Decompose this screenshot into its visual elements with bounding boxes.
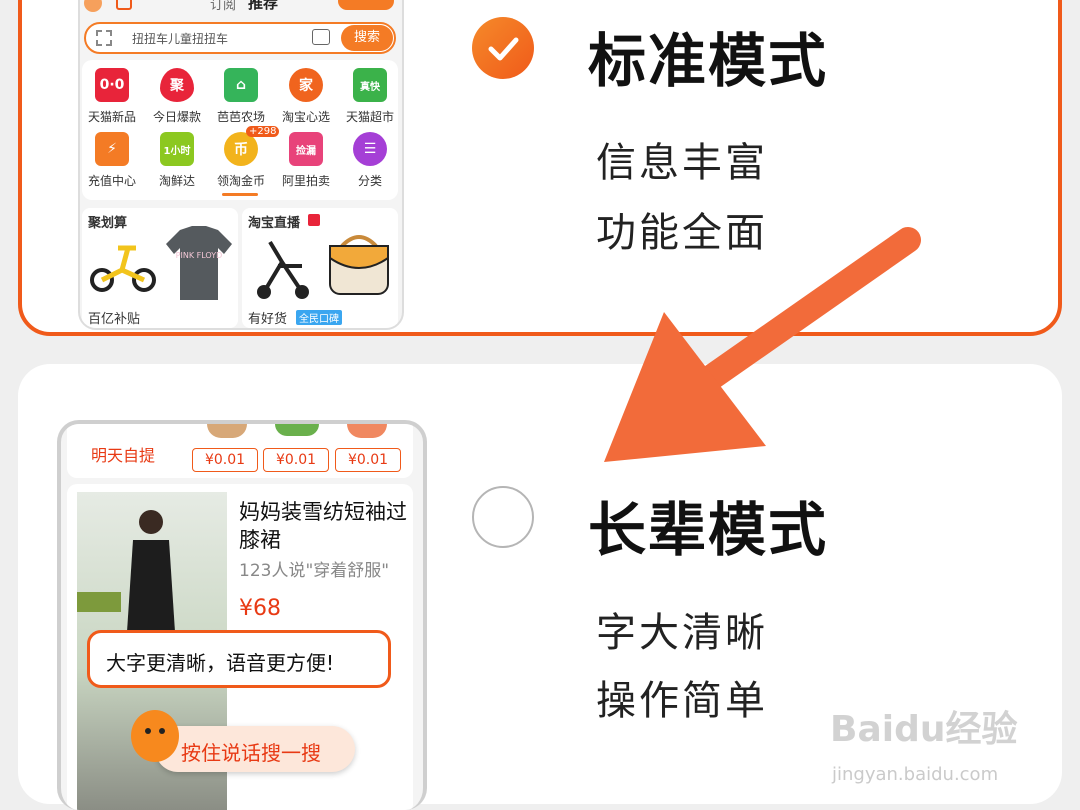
arrow-annotation [604,227,921,462]
watermark-url: jingyan.baidu.com [832,764,999,785]
watermark-brand: Baidu经验 [830,709,1018,750]
